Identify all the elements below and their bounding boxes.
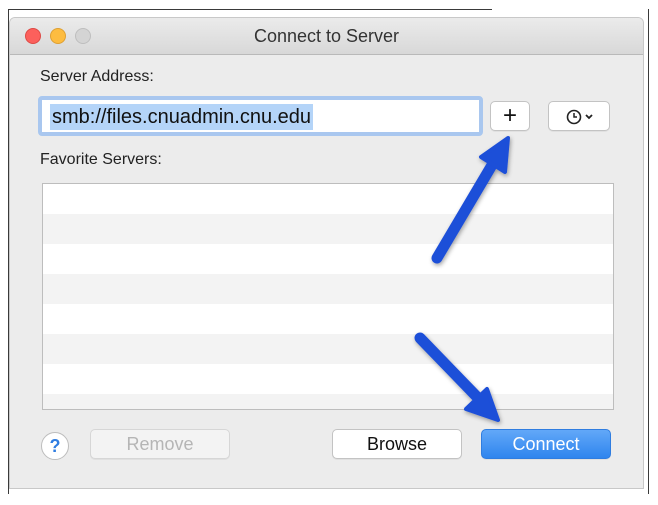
arrow-icon bbox=[431, 136, 510, 264]
annotation-overlay bbox=[414, 136, 510, 422]
arrow-icon bbox=[414, 332, 500, 422]
